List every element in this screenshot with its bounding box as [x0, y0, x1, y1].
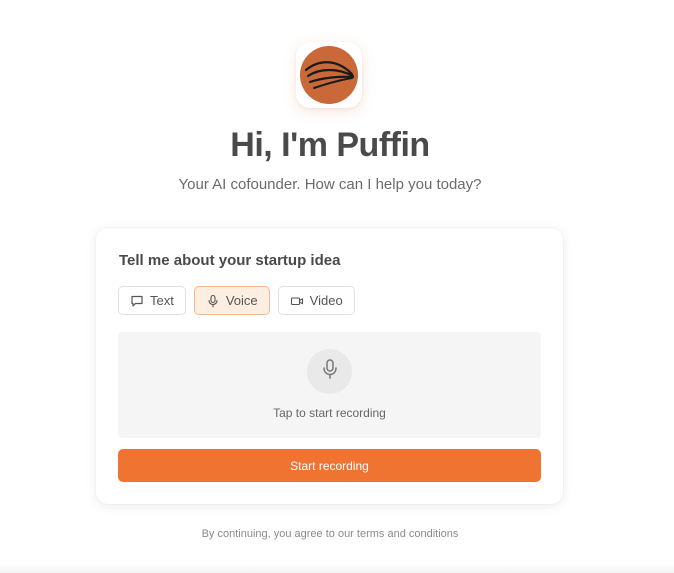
input-mode-tabs: Text Voice Video [118, 286, 355, 315]
message-icon [130, 294, 144, 308]
logo-swoosh-graphic [304, 61, 355, 89]
recording-hint: Tap to start recording [273, 406, 386, 420]
page-subtitle: Your AI cofounder. How can I help you to… [178, 176, 482, 193]
logo [296, 42, 362, 108]
tab-video[interactable]: Video [277, 286, 355, 315]
tab-voice-label: Voice [225, 293, 258, 308]
recording-area: Tap to start recording [118, 332, 541, 438]
tab-text[interactable]: Text [118, 286, 186, 315]
puffin-logo-icon [300, 46, 358, 104]
terms-notice: By continuing, you agree to our terms an… [201, 528, 459, 540]
microphone-icon [320, 358, 340, 385]
tab-voice[interactable]: Voice [193, 286, 270, 315]
bottom-fade [0, 563, 674, 573]
start-recording-button[interactable]: Start recording [118, 449, 541, 482]
microphone-icon [206, 294, 220, 308]
startup-idea-card: Tell me about your startup idea Text Voi… [96, 228, 563, 504]
tab-video-label: Video [309, 293, 343, 308]
video-camera-icon [290, 294, 304, 308]
card-heading: Tell me about your startup idea [119, 252, 341, 269]
tab-text-label: Text [150, 293, 174, 308]
page-title: Hi, I'm Puffin [230, 126, 430, 164]
record-toggle-button[interactable] [307, 349, 352, 394]
page: Hi, I'm Puffin Your AI cofounder. How ca… [0, 0, 674, 573]
